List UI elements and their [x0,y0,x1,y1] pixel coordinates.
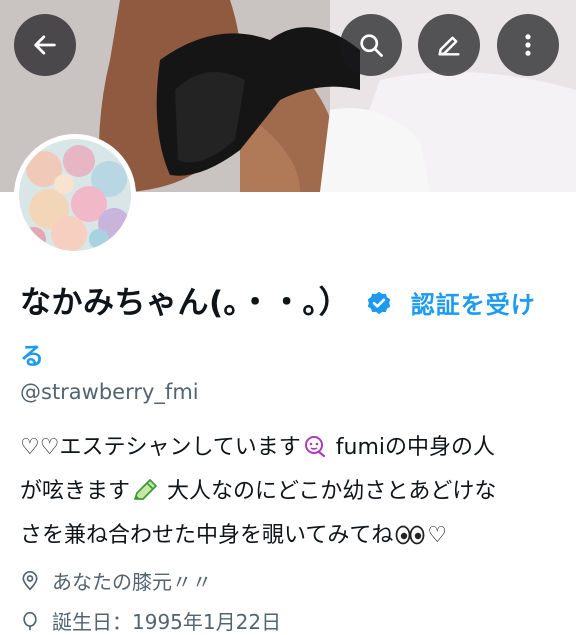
bio-text: さを兼ね合わせた中身を覗いてみてね [20,523,394,548]
profile-bio: ♡♡エステシャンしています fumiの中身の人 が呟きます 大人なのにどこか幼さ… [20,428,560,560]
bio-text: fumiの中身の人 [328,435,496,460]
search-icon [360,34,383,57]
search-button[interactable] [340,14,402,76]
more-vertical-icon [525,34,531,56]
pencil-emoji-icon [132,476,158,516]
back-button[interactable] [14,14,76,76]
birthdate-row: 誕生日：1995年1月22日 [20,606,281,635]
bio-text: 大人なのにどこか幼さとあどけな [160,479,497,504]
eyes-emoji-icon [395,520,425,560]
username-handle: @strawberry_fmi [20,380,199,404]
location-row: あなたの膝元〃〃 [20,566,212,595]
face-emoji-icon [303,432,327,472]
birthdate-text: 誕生日：1995年1月22日 [52,610,282,634]
bio-text: が呟きます [20,479,131,504]
location-pin-icon [22,570,38,591]
edit-profile-button[interactable] [418,14,480,76]
pencil-icon [438,36,460,56]
profile-avatar[interactable] [14,134,136,256]
verified-badge-icon[interactable] [365,285,393,331]
bio-text: ♡♡エステシャンしています [20,435,301,460]
bio-text: ♡ [427,523,448,548]
display-name-row: なかみちゃん(｡・・｡） 認証を受ける [20,280,558,379]
arrow-left-icon [34,35,56,55]
avatar-image [19,139,131,251]
location-text: あなたの膝元〃〃 [52,570,212,594]
balloon-icon [23,611,37,630]
more-options-button[interactable] [497,14,559,76]
display-name: なかみちゃん(｡・・｡） [20,285,351,321]
